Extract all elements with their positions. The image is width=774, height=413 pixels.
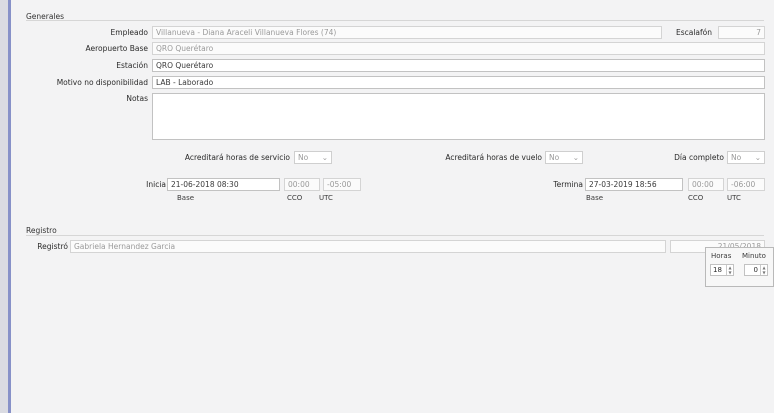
notas-label: Notas (126, 94, 148, 103)
termina-utc-field[interactable]: -06:00 (727, 178, 765, 191)
aeropuerto-field[interactable]: QRO Querétaro (152, 42, 765, 55)
termina-cco-caption: CCO (688, 194, 704, 202)
termina-base-caption: Base (586, 194, 604, 202)
inicio-base-field[interactable]: 21-06-2018 08:30 (167, 178, 280, 191)
minutos-label: Minuto (742, 252, 766, 260)
motivo-label: Motivo no disponibilidad (56, 78, 148, 87)
escalafon-field[interactable]: 7 (718, 26, 765, 39)
acred-vuelo-select[interactable]: No ⌄ (545, 151, 583, 164)
minutos-spinner[interactable]: 0 ▲ ▼ (744, 264, 768, 276)
dia-completo-label: Día completo (674, 153, 724, 162)
registro-label: Registró (37, 242, 68, 251)
empleado-field[interactable]: Villanueva - Diana Araceli Villanueva Fl… (152, 26, 662, 39)
acred-servicio-select[interactable]: No ⌄ (294, 151, 332, 164)
dia-completo-value: No (731, 153, 742, 162)
spinner-arrows-icon[interactable]: ▲ ▼ (726, 265, 733, 275)
estacion-field[interactable]: QRO Querétaro (152, 59, 765, 72)
inicio-cco-field[interactable]: 00:00 (284, 178, 320, 191)
chevron-down-icon: ⌄ (754, 153, 761, 162)
termina-base-field[interactable]: 27-03-2019 18:56 (585, 178, 683, 191)
registro-user-field[interactable]: Gabriela Hernandez Garcia (70, 240, 666, 253)
spinner-arrows-icon[interactable]: ▲ ▼ (760, 265, 767, 275)
motivo-field[interactable]: LAB - Laborado (152, 76, 765, 89)
minutos-value: 0 (753, 266, 758, 274)
registro-separator (26, 235, 764, 236)
dia-completo-select[interactable]: No ⌄ (727, 151, 765, 164)
left-accent-bar (8, 0, 11, 413)
empleado-label: Empleado (110, 28, 148, 37)
generales-separator (26, 20, 764, 21)
inicio-utc-caption: UTC (319, 194, 333, 202)
termina-utc-caption: UTC (727, 194, 741, 202)
inicio-cco-caption: CCO (287, 194, 303, 202)
inicio-base-caption: Base (177, 194, 195, 202)
inicio-utc-field[interactable]: -05:00 (323, 178, 361, 191)
escalafon-label: Escalafón (675, 28, 712, 37)
termina-cco-field[interactable]: 00:00 (688, 178, 724, 191)
horas-label: Horas (711, 252, 732, 260)
acred-vuelo-label: Acreditará horas de vuelo (445, 153, 542, 162)
registro-title: Registro (26, 226, 57, 235)
estacion-label: Estación (116, 61, 148, 70)
inicio-label: Inicia (146, 180, 166, 189)
notas-textarea[interactable] (152, 93, 765, 140)
left-panel-strip (0, 0, 11, 413)
chevron-down-icon: ⌄ (321, 153, 328, 162)
aeropuerto-label: Aeropuerto Base (85, 44, 148, 53)
acred-servicio-value: No (298, 153, 309, 162)
horas-spinner[interactable]: 18 ▲ ▼ (710, 264, 734, 276)
horas-value: 18 (713, 266, 722, 274)
time-picker-popup: Horas Minuto 18 ▲ ▼ 0 ▲ ▼ (705, 247, 774, 287)
acred-servicio-label: Acreditará horas de servicio (184, 153, 290, 162)
chevron-down-icon: ⌄ (572, 153, 579, 162)
termina-label: Termina (553, 180, 583, 189)
acred-vuelo-value: No (549, 153, 560, 162)
